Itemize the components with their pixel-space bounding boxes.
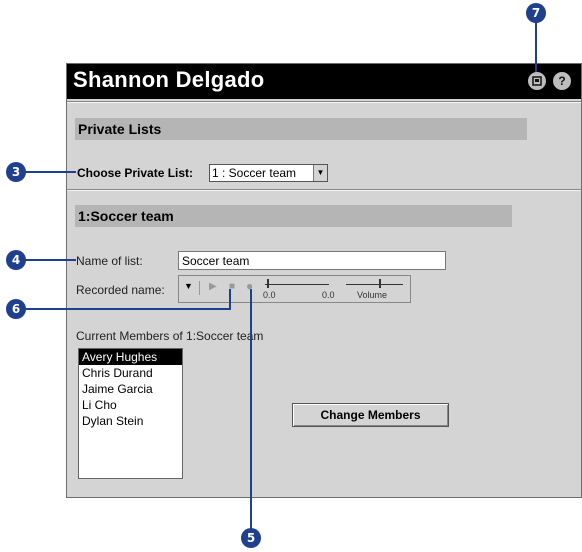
callout-6-line-v [229, 289, 231, 310]
divider-middle [67, 189, 581, 191]
volume-slider-thumb[interactable] [379, 279, 381, 288]
volume-slider[interactable] [346, 284, 403, 285]
callout-6-line-h [25, 308, 231, 310]
members-label: Current Members of 1:Soccer team [76, 329, 264, 343]
recorded-name-label: Recorded name: [76, 283, 165, 297]
section-private-lists: Private Lists [75, 118, 527, 140]
chevron-down-icon[interactable]: ▼ [313, 165, 327, 181]
member-item[interactable]: Chris Durand [79, 365, 182, 381]
private-list-select[interactable]: 1 : Soccer team ▼ [209, 164, 328, 182]
position-slider-thumb[interactable] [267, 279, 269, 288]
volume-label: Volume [357, 290, 388, 300]
callout-7-line [535, 22, 537, 72]
member-item[interactable]: Li Cho [79, 397, 182, 413]
divider-top [67, 101, 581, 103]
section-list-detail: 1:Soccer team [75, 205, 512, 227]
recorder-separator [199, 281, 200, 295]
list-name-input[interactable] [178, 251, 446, 270]
private-list-select-value: 1 : Soccer team [212, 166, 297, 180]
time-start: 0.0 [263, 290, 276, 300]
app-window: Shannon Delgado ? Private Lists Choose P… [66, 63, 582, 498]
members-listbox[interactable]: Avery Hughes Chris Durand Jaime Garcia L… [78, 348, 183, 479]
callout-6: 6 [6, 299, 26, 319]
title-bar: Shannon Delgado ? [67, 64, 581, 99]
callout-7: 7 [526, 3, 546, 23]
position-slider[interactable] [265, 284, 329, 285]
member-item[interactable]: Dylan Stein [79, 413, 182, 429]
member-item[interactable]: Avery Hughes [79, 349, 182, 365]
window-icon[interactable] [528, 72, 546, 90]
audio-recorder: ▼ ▶ ■ ● 0.0 0.0 Volume [178, 275, 411, 303]
help-icon[interactable]: ? [553, 72, 571, 90]
play-icon[interactable]: ▶ [209, 281, 217, 292]
callout-3: 3 [6, 162, 26, 182]
menu-dropdown-icon[interactable]: ▼ [184, 281, 193, 291]
callout-5-line [250, 289, 252, 530]
callout-5: 5 [241, 528, 261, 548]
member-item[interactable]: Jaime Garcia [79, 381, 182, 397]
callout-4-line [25, 259, 76, 261]
window-title: Shannon Delgado [73, 67, 265, 92]
list-name-label: Name of list: [76, 254, 143, 268]
change-members-button[interactable]: Change Members [292, 403, 449, 427]
choose-list-label: Choose Private List: [77, 166, 194, 180]
callout-4: 4 [6, 250, 26, 270]
time-end: 0.0 [322, 290, 335, 300]
callout-3-line [25, 171, 76, 173]
